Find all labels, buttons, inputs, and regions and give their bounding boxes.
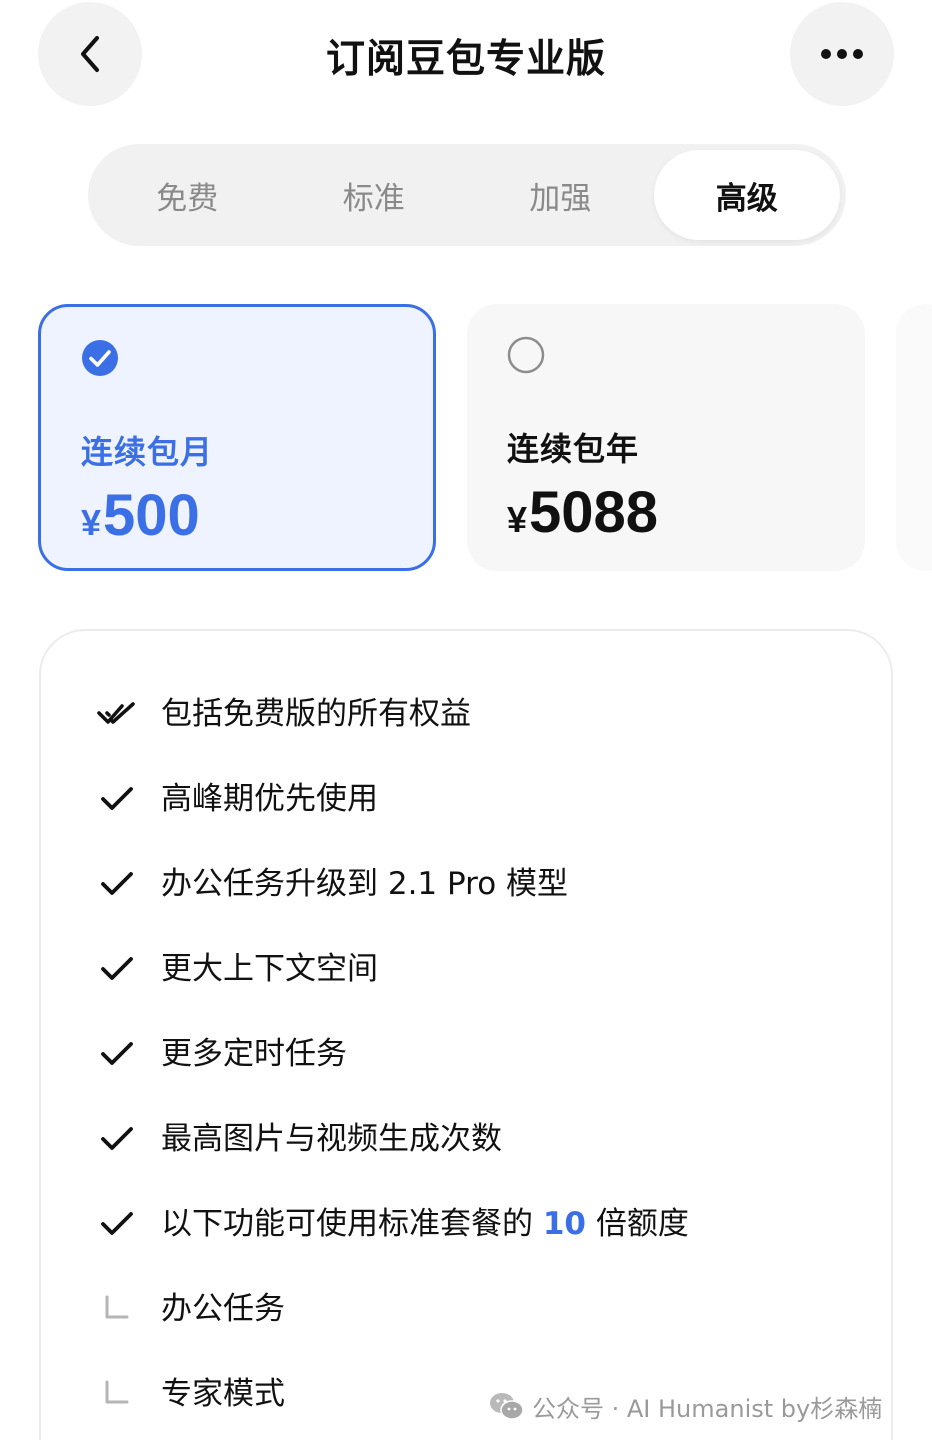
price-value: 5088 [529, 480, 659, 545]
check-icon [101, 872, 133, 895]
plan-name: 连续包月 [81, 433, 214, 471]
radio-unchecked-icon [507, 336, 545, 374]
check-icon [101, 1212, 133, 1235]
feature-item: 最高图片与视频生成次数 [41, 1109, 841, 1169]
check-icon [101, 1042, 133, 1065]
sub-item-icon [105, 1380, 129, 1404]
price-value: 500 [103, 483, 200, 548]
feature-text-before: 以下功能可使用标准套餐的 [161, 1206, 543, 1242]
feature-item: 办公任务升级到 2.1 Pro 模型 [41, 854, 841, 914]
plan-card-next-peek[interactable] [896, 304, 932, 571]
feature-item: 以下功能可使用标准套餐的 10 倍额度 [41, 1194, 841, 1254]
feature-text: 高峰期优先使用 [161, 781, 378, 817]
sub-item-icon [105, 1295, 129, 1319]
feature-text: 办公任务 [161, 1291, 285, 1327]
feature-subitem: 办公任务 [41, 1279, 841, 1339]
plan-name: 连续包年 [507, 430, 640, 468]
feature-item: 更多定时任务 [41, 1024, 841, 1084]
more-dots-icon [821, 49, 863, 59]
header-bar: 订阅豆包专业版 [0, 0, 932, 110]
tier-tabs: 免费 标准 加强 高级 [88, 144, 846, 246]
check-icon [101, 957, 133, 980]
currency-symbol: ¥ [507, 499, 528, 540]
checked-circle-icon [82, 340, 118, 376]
plan-price: ¥5088 [507, 480, 658, 553]
feature-text: 更大上下文空间 [161, 951, 378, 987]
feature-text: 包括免费版的所有权益 [161, 696, 471, 732]
feature-item: 高峰期优先使用 [41, 769, 841, 829]
feature-item: 更大上下文空间 [41, 939, 841, 999]
feature-item: 包括免费版的所有权益 [41, 684, 841, 744]
feature-text-after: 倍额度 [586, 1206, 689, 1242]
currency-symbol: ¥ [81, 502, 102, 543]
plan-price: ¥500 [81, 483, 200, 556]
watermark-text: 公众号 · AI Humanist by杉森楠 [532, 1394, 883, 1423]
tab-plus[interactable]: 加强 [467, 150, 654, 240]
watermark: 公众号 · AI Humanist by杉森楠 [488, 1386, 882, 1426]
quota-multiplier: 10 [542, 1206, 586, 1242]
check-icon [101, 1127, 133, 1150]
features-panel: 包括免费版的所有权益 高峰期优先使用 办公任务升级到 2.1 Pro 模型 更大… [39, 629, 893, 1440]
tab-standard[interactable]: 标准 [281, 150, 468, 240]
feature-text: 办公任务升级到 2.1 Pro 模型 [161, 866, 569, 902]
feature-text: 专家模式 [161, 1376, 285, 1412]
feature-text: 更多定时任务 [161, 1036, 347, 1072]
check-icon [101, 787, 133, 810]
tab-premium[interactable]: 高级 [653, 150, 840, 240]
plan-card-yearly[interactable]: 连续包年 ¥5088 [467, 304, 865, 571]
feature-text: 最高图片与视频生成次数 [161, 1121, 502, 1157]
more-button[interactable] [790, 2, 894, 106]
tab-free[interactable]: 免费 [94, 150, 281, 240]
wechat-icon [490, 1393, 524, 1420]
double-check-icon [97, 702, 135, 724]
plan-card-monthly[interactable]: 连续包月 ¥500 [38, 304, 436, 571]
feature-text: 以下功能可使用标准套餐的 10 倍额度 [161, 1204, 689, 1244]
